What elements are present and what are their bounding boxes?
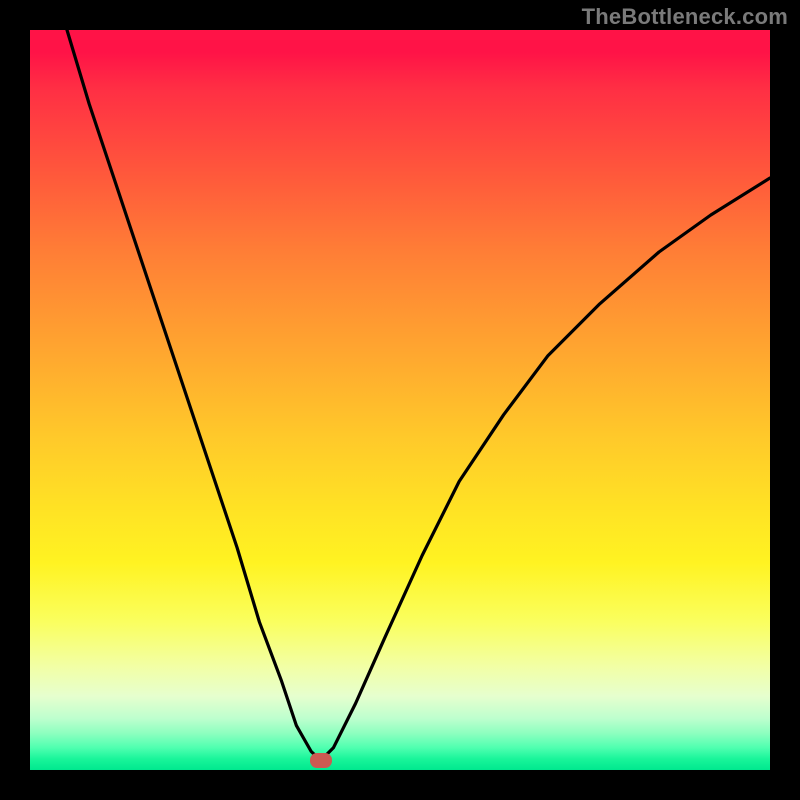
plot-area <box>30 30 770 770</box>
watermark-label: TheBottleneck.com <box>582 4 788 30</box>
bottleneck-curve <box>67 30 770 760</box>
minimum-marker <box>310 753 332 768</box>
chart-frame: TheBottleneck.com <box>0 0 800 800</box>
curve-svg <box>30 30 770 770</box>
